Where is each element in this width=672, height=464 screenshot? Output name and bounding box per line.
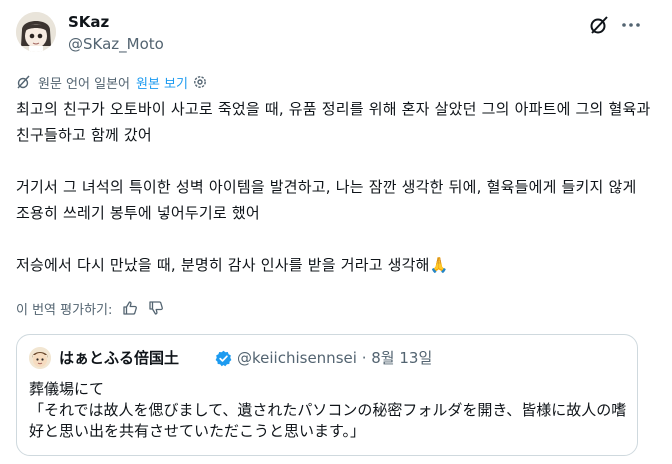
cartoon-avatar-icon bbox=[29, 347, 51, 369]
quoted-post-line: 「それでは故人を偲びまして、遺されたパソコンの秘密フォルダを開き、皆様に故人の嗜… bbox=[29, 401, 627, 440]
thumbs-down-icon[interactable] bbox=[148, 300, 164, 316]
post-paragraph: 저승에서 다시 만났을 때, 분명히 감사 인사를 받을 거라고 생각해🙏 bbox=[16, 256, 449, 274]
quoted-post-card[interactable]: はぁとふる倍国土 @keiichisennsei · 8월 13일 葬儀場にて … bbox=[16, 334, 638, 456]
show-original-link[interactable]: 원본 보기 bbox=[136, 73, 188, 92]
author-display-name[interactable]: SKaz bbox=[68, 12, 109, 32]
rate-translation-row: 이 번역 평가하기: bbox=[16, 298, 164, 318]
post-text: 최고의 친구가 오토바이 사고로 죽었을 때, 유품 정리를 위해 혼자 살았던… bbox=[16, 96, 652, 278]
quoted-post-text: 葬儀場にて 「それでは故人を偲びまして、遺されたパソコンの秘密フォルダを開き、皆… bbox=[29, 379, 629, 442]
quoted-meta: @keiichisennsei · 8월 13일 bbox=[237, 347, 432, 369]
rate-translation-label: 이 번역 평가하기: bbox=[16, 302, 113, 318]
gear-icon[interactable] bbox=[192, 74, 208, 90]
thumbs-up-icon[interactable] bbox=[122, 300, 138, 316]
translated-from-label: 원문 언어 일본어 bbox=[38, 76, 130, 92]
post-paragraph: 거기서 그 녀석의 특이한 성벽 아이템을 발견하고, 나는 잠깐 생각한 뒤에… bbox=[16, 178, 637, 222]
grok-icon[interactable] bbox=[588, 14, 610, 36]
anime-avatar-icon bbox=[16, 12, 56, 52]
quoted-author-name[interactable]: はぁとふる倍国土 bbox=[59, 347, 179, 369]
quoted-author-handle[interactable]: @keiichisennsei bbox=[237, 349, 357, 367]
meta-separator: · bbox=[361, 349, 367, 367]
author-avatar[interactable] bbox=[16, 12, 56, 52]
quoted-post-date[interactable]: 8월 13일 bbox=[371, 349, 432, 367]
post-paragraph: 최고의 친구가 오토바이 사고로 죽었을 때, 유품 정리를 위해 혼자 살았던… bbox=[16, 100, 651, 144]
quoted-post-line: 葬儀場にて bbox=[29, 380, 105, 398]
author-handle[interactable]: @SKaz_Moto bbox=[68, 34, 164, 54]
translate-icon bbox=[17, 75, 30, 89]
more-dots-icon[interactable] bbox=[620, 14, 642, 36]
quoted-author-avatar[interactable] bbox=[29, 347, 51, 369]
verified-badge-icon bbox=[215, 350, 232, 367]
translation-bar: 원문 언어 일본어 원본 보기 bbox=[16, 72, 208, 92]
